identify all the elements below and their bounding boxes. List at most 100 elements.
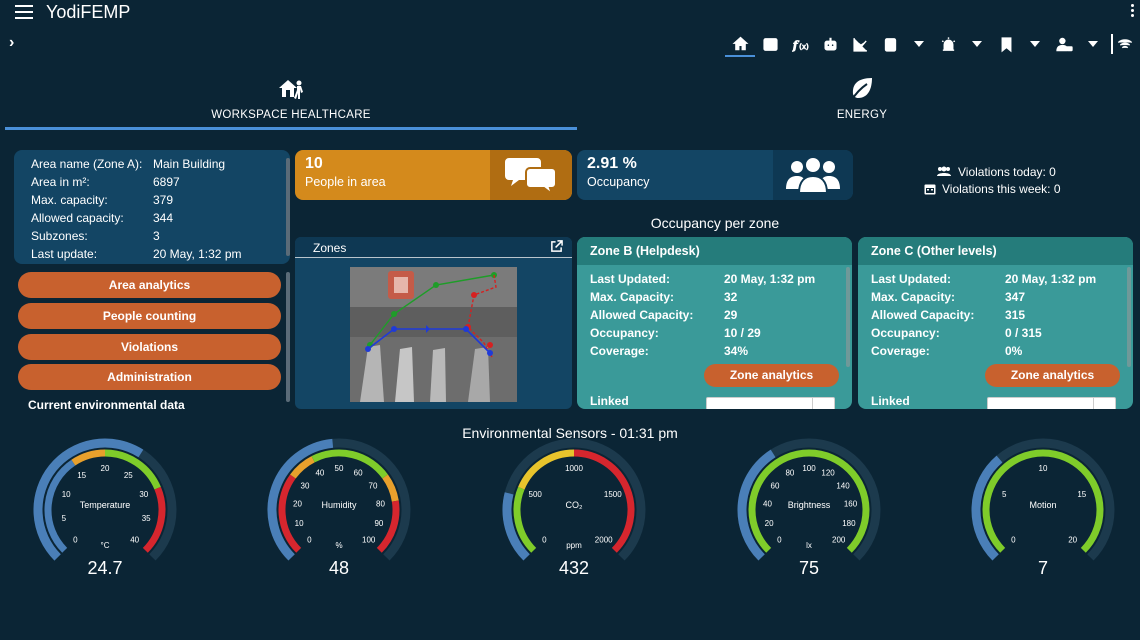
zone-card-scrollbar[interactable] (846, 267, 850, 367)
zone-info-row-value: 315 (1005, 308, 1026, 322)
dropdown-caret-icon[interactable] (1079, 31, 1107, 57)
zone-info-row: Occupancy: 0 / 315 (858, 324, 1133, 342)
gauge-tick-label: 10 (1039, 464, 1048, 473)
people-count-label: People in area (305, 175, 386, 189)
area-info-row: Allowed capacity: 344 (31, 209, 290, 227)
zones-panel-title: Zones (295, 237, 572, 258)
gauge-name: Motion (1029, 500, 1056, 510)
gauge-band (278, 474, 302, 553)
alarm-icon[interactable] (933, 31, 963, 57)
zone-card-title: Zone B (Helpdesk) (577, 237, 852, 265)
occupancy-card: 2.91 % Occupancy (577, 150, 853, 200)
area-info-row-value: 379 (153, 193, 174, 207)
leaf-icon (850, 78, 872, 102)
zone-info-row: Max. Capacity: 32 (577, 288, 852, 306)
gauge-brightness: 0 20 40 60 80 100 120 140 160 180 200 Brightness lx 7… (734, 438, 884, 588)
zone-card-c: Zone C (Other levels) Last Updated: 20 Ma… (858, 237, 1133, 409)
zone-info-row-value: 347 (1005, 290, 1026, 304)
gauge-name: Temperature (80, 500, 131, 510)
robot-icon[interactable] (815, 31, 845, 57)
gauge-tick-label: 100 (362, 536, 376, 545)
gauge-value: 48 (328, 558, 350, 578)
gauge-tick-label: 20 (293, 499, 302, 508)
occupancy-per-zone-title: Occupancy per zone (650, 215, 780, 231)
gauge-tick-label: 160 (844, 499, 858, 508)
gauge-tick-label: 0 (73, 536, 78, 545)
area-info-scrollbar[interactable] (286, 158, 290, 256)
zone-analytics-button[interactable]: Zone analytics (704, 364, 839, 387)
external-link-icon[interactable] (550, 240, 563, 253)
linked-label: Linked (871, 394, 910, 408)
zone-analytics-button[interactable]: Zone analytics (985, 364, 1120, 387)
area-info-row-key: Last update: (31, 247, 98, 261)
zones-panel: Zones (295, 237, 572, 409)
zone-info-row: Occupancy: 10 / 29 (577, 324, 852, 342)
zone-info-row-key: Last Updated: (871, 272, 952, 286)
zone-info-row: Coverage: 34% (577, 342, 852, 360)
dropdown-caret-icon[interactable] (905, 31, 933, 57)
line-chart-icon[interactable] (845, 31, 875, 57)
gauge-value: 24.7 (87, 558, 123, 578)
linked-label: Linked (590, 394, 629, 408)
home-icon[interactable] (725, 31, 755, 57)
gauge-motion: 0 5 10 15 20 Motion 7 (968, 438, 1118, 588)
user-lock-icon[interactable] (1049, 31, 1079, 57)
svg-text:(x): (x) (799, 41, 809, 50)
zone-info-row-value: 32 (724, 290, 738, 304)
gauge-tick-label: 120 (821, 469, 835, 478)
gauge-tick-label: 30 (301, 481, 310, 490)
area-info-row: Area in m²: 6897 (31, 173, 290, 191)
zone-info-row-value: 0 / 315 (1005, 326, 1042, 340)
area-info-row: Subzones: 3 (31, 227, 290, 245)
gauge-tick-label: 100 (802, 464, 816, 473)
bookmark-icon[interactable] (991, 31, 1021, 57)
gauge-unit: lx (806, 541, 812, 550)
chat-bubbles-icon (505, 158, 557, 196)
wifi-icon[interactable] (1117, 31, 1133, 57)
area-info-row-value: Main Building (153, 157, 226, 171)
gauge-tick-label: 20 (101, 464, 110, 473)
zone-info-row: Max. Capacity: 347 (858, 288, 1133, 306)
area-info-row-value: 20 May, 1:32 pm (153, 247, 242, 261)
zone-card-scrollbar[interactable] (1127, 267, 1131, 367)
zone-info-row: Last Updated: 20 May, 1:32 pm (577, 270, 852, 288)
zone-info-row: Allowed Capacity: 29 (577, 306, 852, 324)
area-info-row: Last update: 20 May, 1:32 pm (31, 245, 290, 263)
more-options-icon[interactable] (1131, 4, 1135, 19)
area-analytics-button[interactable]: Area analytics (18, 272, 281, 298)
zone-card-title: Zone C (Other levels) (858, 237, 1133, 265)
zone-info-row-value: 20 May, 1:32 pm (724, 272, 816, 286)
violations-button[interactable]: Violations (18, 334, 281, 360)
area-info-row-key: Area in m²: (31, 175, 90, 189)
zone-info-row: Coverage: 0% (858, 342, 1133, 360)
administration-button[interactable]: Administration (18, 364, 281, 390)
people-counting-button[interactable]: People counting (18, 303, 281, 329)
zone-info-row-key: Coverage: (871, 344, 930, 358)
linked-select[interactable] (987, 397, 1116, 409)
gauge-tick-label: 5 (62, 514, 67, 523)
monitor-pulse-icon[interactable] (755, 31, 785, 57)
dropdown-caret-icon[interactable] (963, 31, 991, 57)
gauge-tick-label: 200 (832, 536, 846, 545)
gauge-tick-label: 0 (1011, 536, 1016, 545)
dropdown-caret-icon[interactable] (1021, 31, 1049, 57)
occupancy-value: 2.91 % (587, 155, 637, 172)
hamburger-menu-icon[interactable] (15, 5, 33, 19)
linked-select[interactable] (706, 397, 835, 409)
gauge-tick-label: 500 (529, 490, 543, 499)
tab-energy[interactable]: ENERGY (577, 75, 1140, 130)
gauge-tick-label: 20 (765, 519, 774, 528)
gauge-band (382, 474, 399, 502)
chevron-right-icon[interactable]: › (9, 34, 14, 52)
clipboard-icon[interactable] (875, 31, 905, 57)
house-person-icon (279, 80, 303, 99)
gauge-tick-label: 70 (369, 481, 378, 490)
tab-workspace-healthcare[interactable]: WORKSPACE HEALTHCARE (5, 75, 577, 130)
nav-scrollbar[interactable] (286, 272, 290, 402)
function-icon[interactable]: f (x) (785, 31, 815, 57)
gauge-tick-label: 90 (374, 519, 383, 528)
zones-camera-image[interactable] (350, 267, 517, 402)
users-group-icon (786, 156, 840, 194)
toolbar: f (x) (725, 30, 1133, 58)
zone-info-row-key: Occupancy: (590, 326, 659, 340)
